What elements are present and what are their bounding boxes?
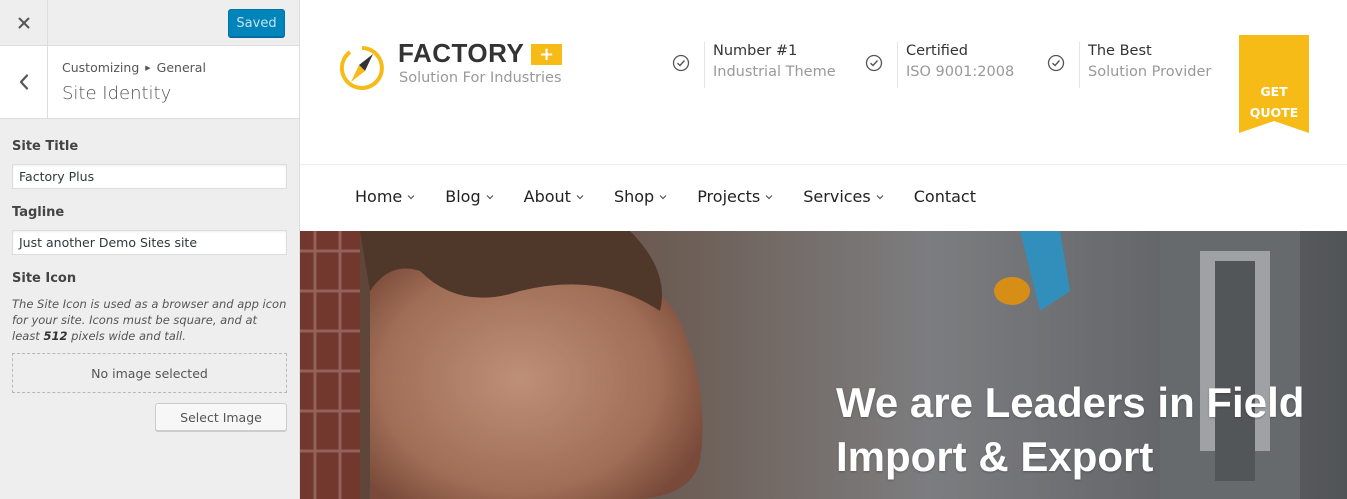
chevron-down-icon [407,194,415,199]
divider [704,42,705,88]
tagline-label: Tagline [12,205,65,220]
customizer-header: Saved [0,0,299,46]
quote-label-line1: GET [1260,84,1288,99]
site-title-label: Site Title [12,139,79,154]
nav-label: About [523,187,571,206]
chevron-down-icon [659,194,667,199]
main-nav: Home Blog About Shop Projects Services C… [355,187,976,206]
nav-label: Shop [613,187,655,206]
site-icon-size: 512 [43,329,68,343]
info-subtitle: ISO 9001:2008 [906,64,1015,80]
site-preview: FACTORY + Solution For Industries Number… [300,0,1347,499]
chevron-down-icon [486,194,494,199]
nav-label: Home [355,187,403,206]
compass-logo-icon[interactable] [338,44,386,92]
panel-header: Customizing ▶ General Site Identity [0,46,299,119]
hero-heading-line2: Import & Export [836,433,1154,480]
close-button[interactable] [0,0,48,45]
site-icon-label: Site Icon [12,271,77,286]
chevron-down-icon [576,194,584,199]
site-icon-desc-text-end: pixels wide and tall. [67,329,186,343]
breadcrumb: Customizing ▶ General [62,60,206,75]
chevron-left-icon [19,74,28,90]
nav-label: Services [803,187,871,206]
get-quote-button[interactable]: GET QUOTE [1239,35,1309,133]
site-title-input[interactable]: Factory Plus [12,164,287,189]
info-title: Number #1 [713,43,798,59]
check-circle-icon [865,54,883,72]
nav-item-home[interactable]: Home [355,187,445,206]
nav-item-services[interactable]: Services [803,187,913,206]
check-circle-icon [1047,54,1065,72]
hero-heading-line1: We are Leaders in Field [836,379,1305,426]
quote-label: GET QUOTE [1239,81,1309,123]
close-icon [18,17,29,28]
nav-label: Blog [445,187,481,206]
site-icon-placeholder[interactable]: No image selected [12,353,287,393]
back-button[interactable] [0,46,48,118]
select-image-button[interactable]: Select Image [155,403,287,431]
nav-item-contact[interactable]: Contact [914,187,976,206]
nav-item-projects[interactable]: Projects [697,187,803,206]
check-circle-icon [672,54,690,72]
site-icon-description: The Site Icon is used as a browser and a… [12,296,288,344]
nav-label: Contact [913,187,976,206]
info-subtitle: Solution Provider [1088,64,1212,80]
breadcrumb-item: General [156,60,206,75]
divider [897,42,898,88]
logo-plus-badge: + [531,44,562,65]
logo-name[interactable]: FACTORY [398,38,524,69]
nav-item-shop[interactable]: Shop [614,187,697,206]
panel-title: Site Identity [62,83,172,104]
tagline-input[interactable]: Just another Demo Sites site [12,230,287,255]
nav-item-about[interactable]: About [524,187,614,206]
chevron-down-icon [876,194,884,199]
divider [1079,42,1080,88]
logo-tagline: Solution For Industries [399,70,562,86]
nav-item-blog[interactable]: Blog [445,187,523,206]
info-subtitle: Industrial Theme [713,64,836,80]
hero-heading: We are Leaders in Field Import & Export [836,376,1304,484]
breadcrumb-item: Customizing [62,60,140,75]
nav-label: Projects [697,187,761,206]
hero-slider: We are Leaders in Field Import & Export [300,231,1347,499]
info-title: The Best [1088,43,1152,59]
header-divider [300,164,1347,165]
customizer-sidebar: Saved Customizing ▶ General Site Identit… [0,0,300,499]
breadcrumb-separator-icon: ▶ [145,63,151,72]
chevron-down-icon [765,194,773,199]
saved-button[interactable]: Saved [228,9,285,37]
info-title: Certified [906,43,968,59]
quote-label-line2: QUOTE [1249,105,1299,120]
